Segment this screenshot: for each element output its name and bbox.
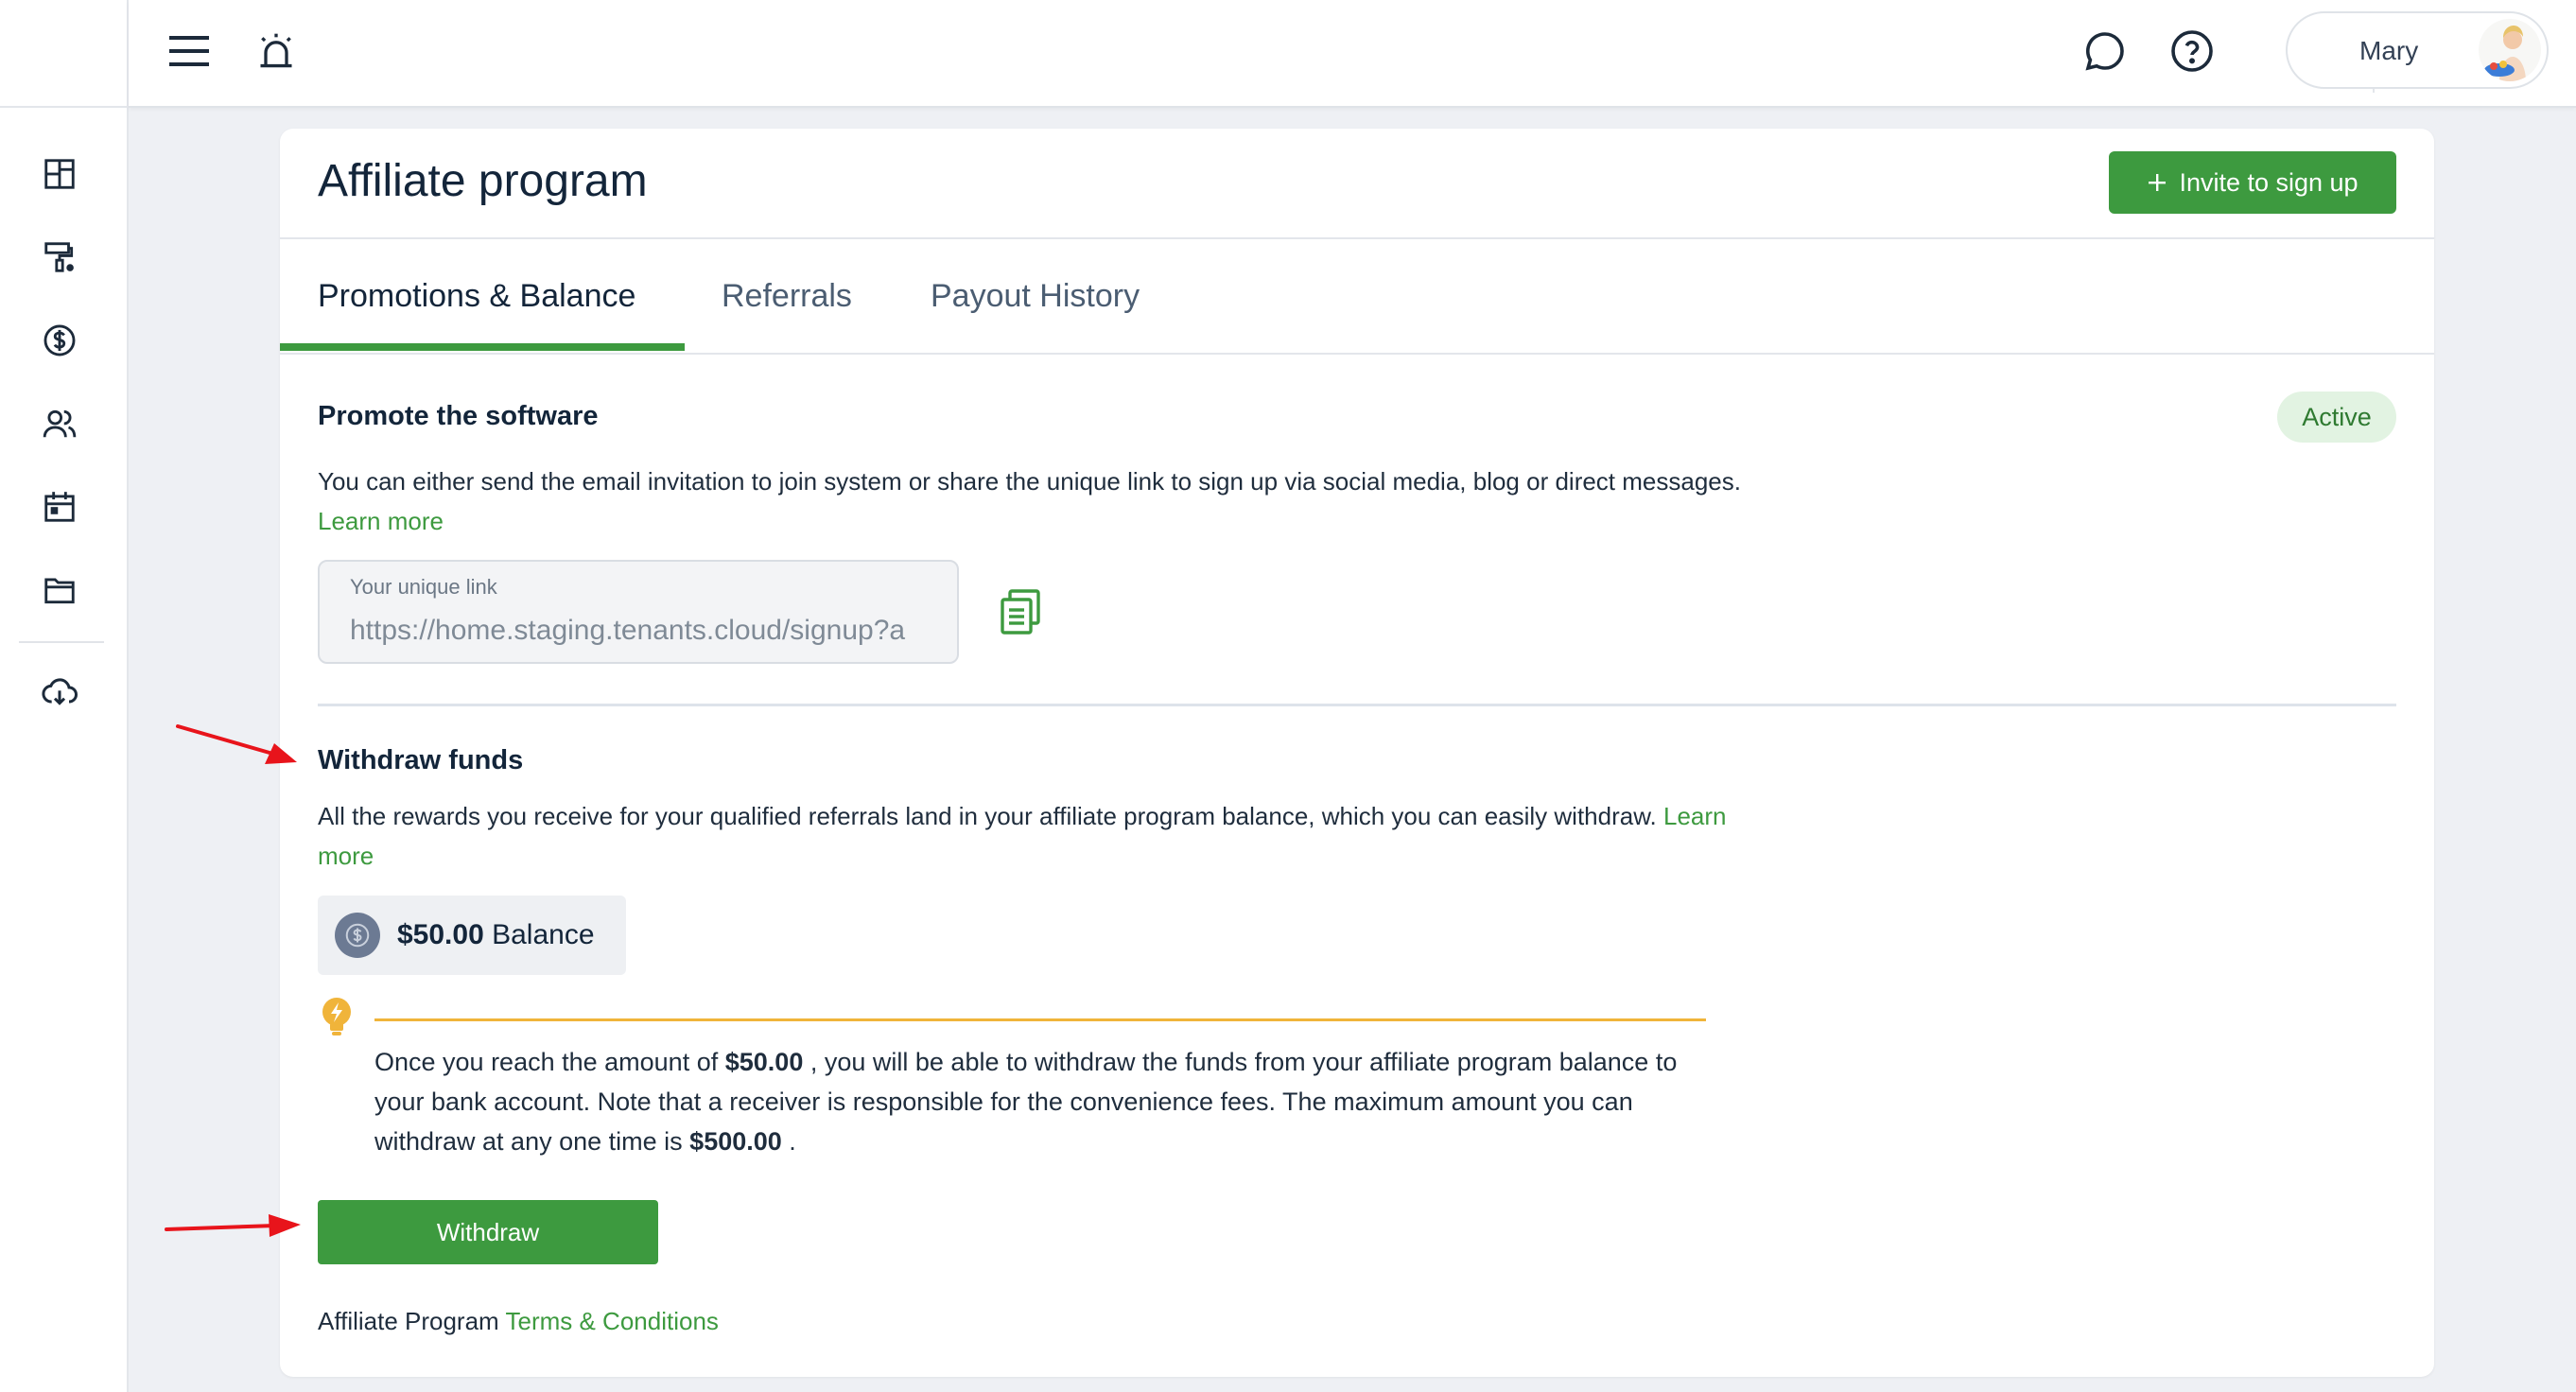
dollar-circle-icon[interactable] xyxy=(35,316,84,365)
tab-promotions-balance[interactable]: Promotions & Balance xyxy=(318,239,635,353)
user-menu[interactable]: Mary xyxy=(2286,11,2549,89)
active-tab-indicator xyxy=(280,343,685,351)
copy-icon[interactable] xyxy=(999,588,1042,635)
withdraw-button[interactable]: Withdraw xyxy=(318,1200,658,1264)
sidebar-logo-area xyxy=(0,0,127,108)
cloud-download-icon[interactable] xyxy=(35,668,84,717)
hamburger-menu-icon[interactable] xyxy=(165,26,214,76)
status-badge: Active xyxy=(2277,392,2396,443)
dashboard-icon[interactable] xyxy=(35,149,84,199)
balance-text: $50.00 Balance xyxy=(397,919,595,951)
affiliate-card: Affiliate program Invite to sign up Prom… xyxy=(280,129,2434,1377)
lightbulb-icon xyxy=(320,997,354,1038)
note-min-amount: $50.00 xyxy=(724,1048,804,1076)
paint-roller-icon[interactable] xyxy=(35,233,84,282)
note-max-amount: $500.00 xyxy=(689,1127,782,1156)
balance-label: Balance xyxy=(492,919,595,950)
terms-line: Affiliate Program Terms & Conditions xyxy=(318,1307,719,1336)
user-name: Mary xyxy=(2359,36,2419,65)
note-end: . xyxy=(789,1127,796,1156)
withdraw-note: Once you reach the amount of $50.00 , yo… xyxy=(374,1042,1717,1161)
plus-icon xyxy=(2149,174,2167,191)
sidebar xyxy=(0,0,129,1392)
withdraw-description-text: All the rewards you receive for your qua… xyxy=(318,802,1657,830)
calendar-icon[interactable] xyxy=(35,482,84,531)
alarm-icon[interactable] xyxy=(250,25,303,78)
promote-title: Promote the software xyxy=(318,401,599,431)
note-divider xyxy=(374,1018,1706,1021)
unique-link-field[interactable]: Your unique link https://home.staging.te… xyxy=(318,560,959,664)
terms-link[interactable]: Terms & Conditions xyxy=(505,1307,718,1335)
annotation-arrow-withdraw-funds xyxy=(176,724,297,764)
tab-referrals[interactable]: Referrals xyxy=(722,239,852,353)
users-icon[interactable] xyxy=(35,399,84,448)
coin-icon xyxy=(335,913,380,958)
tab-bar: Promotions & Balance Referrals Payout Hi… xyxy=(280,239,2434,355)
top-bar xyxy=(129,0,2576,108)
balance-amount: $50.00 xyxy=(397,919,484,950)
annotation-arrow-withdraw-button xyxy=(165,1214,301,1237)
promote-description: You can either send the email invitation… xyxy=(318,461,1755,541)
folder-icon[interactable] xyxy=(35,566,84,615)
help-circle-icon[interactable] xyxy=(2166,25,2219,78)
promote-learn-more-link[interactable]: Learn more xyxy=(318,507,444,535)
unique-link-value[interactable]: https://home.staging.tenants.cloud/signu… xyxy=(350,615,936,647)
invite-button[interactable]: Invite to sign up xyxy=(2109,151,2396,214)
withdraw-description: All the rewards you receive for your qua… xyxy=(318,796,1755,876)
page-title: Affiliate program xyxy=(318,156,648,206)
sidebar-divider xyxy=(19,641,104,643)
promote-description-text: You can either send the email invitation… xyxy=(318,467,1741,496)
invite-button-label: Invite to sign up xyxy=(2179,167,2358,197)
balance-display: $50.00 Balance xyxy=(318,896,626,975)
withdraw-title: Withdraw funds xyxy=(318,745,524,775)
note-part1: Once you reach the amount of xyxy=(374,1048,719,1076)
chat-bubble-icon[interactable] xyxy=(2079,25,2132,78)
section-divider xyxy=(318,704,2396,706)
tab-payout-history[interactable]: Payout History xyxy=(931,239,1140,353)
avatar xyxy=(2479,19,2541,81)
unique-link-label: Your unique link xyxy=(350,575,497,599)
terms-prefix: Affiliate Program xyxy=(318,1307,499,1335)
